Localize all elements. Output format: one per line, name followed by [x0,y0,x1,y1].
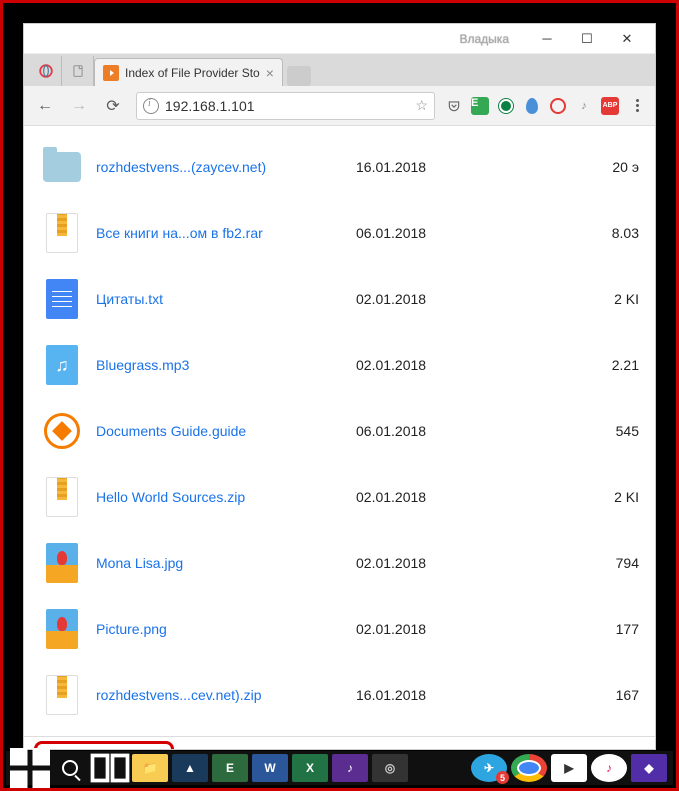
file-row: ♫ Bluegrass.mp302.01.20182.21 [24,332,655,398]
file-size: 545 [486,423,639,439]
file-name-link[interactable]: Bluegrass.mp3 [96,357,356,373]
file-name-link[interactable]: rozhdestvens...(zaycev.net) [96,159,356,175]
file-date: 16.01.2018 [356,159,486,175]
site-info-icon[interactable] [143,98,159,114]
file-date: 16.01.2018 [356,687,486,703]
file-name-link[interactable]: Hello World Sources.zip [96,489,356,505]
file-size: 167 [486,687,639,703]
taskbar-app-8[interactable]: ▶ [549,752,589,784]
taskbar-app-telegram[interactable]: ✈5 [469,752,509,784]
file-row: rozhdestvens...cev.net).zip16.01.2018167 [24,662,655,728]
abp-extension-icon[interactable]: ABP [599,95,621,117]
taskbar-app-10[interactable]: ◆ [629,752,669,784]
file-type-icon [40,475,84,519]
bookmark-star-icon[interactable]: ☆ [415,97,428,114]
taskbar-app-itunes[interactable]: ♪ [589,752,629,784]
new-tab-button[interactable] [287,66,311,86]
tab-title: Index of File Provider Sto [125,66,260,80]
file-row: Цитаты.txt02.01.20182 KI [24,266,655,332]
maximize-button[interactable]: ☐ [567,26,607,52]
file-type-icon: ♫ [40,343,84,387]
file-size: 20 э [486,159,639,175]
drop-extension-icon[interactable] [521,95,543,117]
file-name-link[interactable]: Picture.png [96,621,356,637]
pinned-tab-1[interactable] [30,56,62,86]
file-name-link[interactable]: Цитаты.txt [96,291,356,307]
file-type-icon [40,541,84,585]
taskbar-app-3[interactable]: E [210,752,250,784]
taskbar: 📁 ▲ E W X ♪ ◎ ✈5 ▶ ♪ ◆ [6,751,673,785]
close-button[interactable]: ✕ [607,26,647,52]
evernote-extension-icon[interactable]: E [469,95,491,117]
file-name-link[interactable]: rozhdestvens...cev.net).zip [96,687,356,703]
back-button[interactable]: ← [30,91,60,121]
file-date: 02.01.2018 [356,621,486,637]
pocket-extension-icon[interactable] [443,95,465,117]
search-button[interactable] [50,752,90,784]
note-extension-icon[interactable]: ♪ [573,95,595,117]
taskbar-app-word[interactable]: W [250,752,290,784]
file-type-icon [40,673,84,717]
file-size: 2 KI [486,489,639,505]
reload-button[interactable]: ⟳ [98,91,128,121]
opera-icon [39,64,53,78]
file-name-link[interactable]: Documents Guide.guide [96,423,356,439]
file-date: 02.01.2018 [356,357,486,373]
task-view-button[interactable] [90,752,130,784]
file-row: Hello World Sources.zip02.01.20182 KI [24,464,655,530]
titlebar: Владыка ─ ☐ ✕ [24,24,655,54]
taskbar-app-excel[interactable]: X [290,752,330,784]
start-button[interactable] [10,752,50,784]
file-size: 2 KI [486,291,639,307]
file-size: 794 [486,555,639,571]
red-o-extension-icon[interactable] [547,95,569,117]
scroll-area[interactable]: rozhdestvens...(zaycev.net)16.01.201820 … [24,126,655,749]
page-icon [71,64,85,78]
file-row: rozhdestvens...(zaycev.net)16.01.201820 … [24,134,655,200]
vlc-icon [103,65,119,81]
file-date: 06.01.2018 [356,225,486,241]
file-row: Все книги на...ом в fb2.rar06.01.20188.0… [24,200,655,266]
file-size: 8.03 [486,225,639,241]
url-input[interactable] [165,98,411,114]
green-extension-icon[interactable] [495,95,517,117]
file-name-link[interactable]: Все книги на...ом в fb2.rar [96,225,356,241]
file-date: 02.01.2018 [356,291,486,307]
taskbar-app-2[interactable]: ▲ [170,752,210,784]
taskbar-app-chrome[interactable] [509,752,549,784]
file-date: 06.01.2018 [356,423,486,439]
active-tab[interactable]: Index of File Provider Sto × [94,58,283,86]
file-type-icon [40,607,84,651]
taskbar-app-5[interactable]: ♪ [330,752,370,784]
address-bar[interactable]: ☆ [136,92,435,120]
forward-button[interactable]: → [64,91,94,121]
tab-close-icon[interactable]: × [266,65,274,81]
file-size: 177 [486,621,639,637]
file-type-icon [40,145,84,189]
browser-menu-button[interactable] [625,99,649,112]
taskbar-app-explorer[interactable]: 📁 [130,752,170,784]
browser-window: Владыка ─ ☐ ✕ Index of File Provider Sto… [23,23,656,750]
file-row: Documents Guide.guide06.01.2018545 [24,398,655,464]
file-row: Picture.png02.01.2018177 [24,596,655,662]
file-size: 2.21 [486,357,639,373]
file-date: 02.01.2018 [356,489,486,505]
file-name-link[interactable]: Mona Lisa.jpg [96,555,356,571]
page-content: rozhdestvens...(zaycev.net)16.01.201820 … [24,126,655,749]
user-label: Владыка [460,32,510,46]
file-type-icon [40,277,84,321]
taskbar-app-6[interactable]: ◎ [370,752,410,784]
file-type-icon [40,409,84,453]
minimize-button[interactable]: ─ [527,26,567,52]
toolbar: ← → ⟳ ☆ E ♪ ABP [24,86,655,126]
pinned-tab-2[interactable] [62,56,94,86]
file-type-icon [40,211,84,255]
file-list: rozhdestvens...(zaycev.net)16.01.201820 … [24,126,655,736]
file-date: 02.01.2018 [356,555,486,571]
file-row: Mona Lisa.jpg02.01.2018794 [24,530,655,596]
tab-bar: Index of File Provider Sto × [24,54,655,86]
